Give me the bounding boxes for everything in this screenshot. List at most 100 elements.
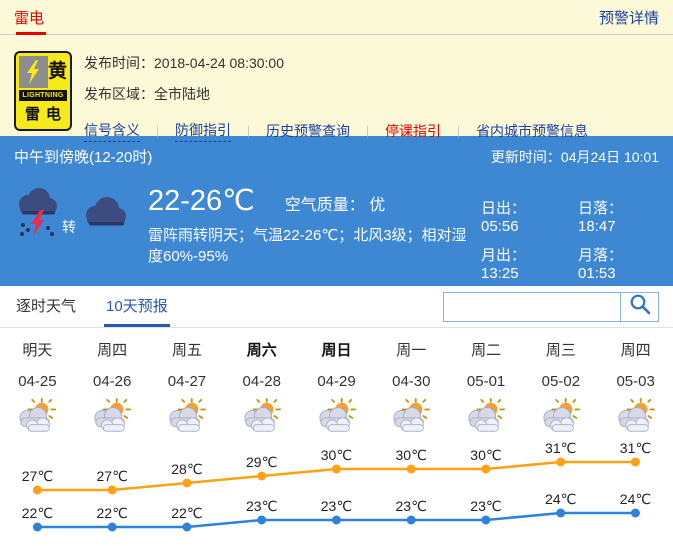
high-temp-point-6 [407, 465, 416, 474]
publish-time-label: 发布时间： [84, 55, 154, 71]
warning-link-2[interactable]: 防御指引 [175, 120, 231, 142]
date-label-2: 04-26 [75, 373, 150, 391]
forecast-tabbar: 逐时天气 10天预报 [0, 286, 673, 328]
warning-link-1[interactable]: 信号含义 [84, 120, 140, 142]
date-labels-row: 04-2504-2604-2704-2804-2904-3005-0105-02… [0, 373, 673, 391]
day-label-4: 周六 [224, 342, 299, 360]
thunderstorm-icon [14, 183, 60, 242]
warning-link-3[interactable]: 历史预警查询 [266, 121, 350, 141]
low-temp-label-9: 24℃ [620, 491, 651, 507]
high-temp-label-2: 27℃ [97, 468, 128, 484]
update-time: 更新时间：04月24日 10:01 [491, 147, 659, 167]
sun-moon-grid: 日出：05:56 日落：18:47 月出：13:25 月落：01:53 [481, 197, 659, 282]
warning-detail-link[interactable]: 预警详情 [599, 7, 659, 28]
forecast-tabs: 逐时天气 10天预报 [14, 286, 196, 327]
air-quality: 空气质量： 优 [285, 191, 385, 215]
link-separator: ｜ [242, 122, 255, 141]
sun-moon-label: 月出： [481, 247, 526, 264]
partly-cloudy-icon [449, 398, 524, 436]
sun-moon-item-2: 日落：18:47 [578, 197, 659, 235]
high-temp-point-5 [332, 465, 341, 474]
search-input[interactable] [444, 293, 620, 321]
sun-moon-item-4: 月落：01:53 [578, 244, 659, 282]
temperature-chart: 27℃27℃28℃29℃30℃30℃30℃31℃31℃22℃22℃22℃23℃2… [0, 436, 673, 546]
partly-cloudy-icon [299, 398, 374, 436]
forecast-icons-row [0, 398, 673, 436]
sun-moon-value: 01:53 [578, 265, 616, 282]
tab-ten-day-forecast[interactable]: 10天预报 [104, 284, 170, 327]
lightning-bolt-icon [19, 56, 48, 88]
date-label-4: 04-28 [224, 373, 299, 391]
high-temp-point-2 [108, 486, 117, 495]
low-temp-label-1: 22℃ [22, 505, 53, 521]
low-temp-point-7 [481, 516, 490, 525]
low-temp-label-5: 23℃ [321, 498, 352, 514]
badge-top: 黄 [19, 56, 67, 90]
badge-band-label: LIGHTNING [19, 90, 67, 101]
low-temp-label-2: 22℃ [97, 505, 128, 521]
link-separator: ｜ [151, 122, 164, 141]
day-labels-row: 明天周四周五周六周日周一周二周三周四 [0, 342, 673, 360]
low-temp-label-3: 22℃ [171, 505, 202, 521]
warning-link-4[interactable]: 停课指引 [385, 121, 441, 141]
low-temp-point-3 [182, 523, 191, 532]
publish-time-value: 2018-04-24 08:30:00 [154, 55, 284, 71]
partly-cloudy-icon [0, 398, 75, 436]
warning-links: 信号含义｜防御指引｜历史预警查询｜停课指引｜省内城市预警信息 [84, 120, 659, 142]
low-temp-label-8: 24℃ [545, 491, 576, 507]
weather-description: 雷阵雨转阴天；气温22-26℃；北风3级；相对湿度60%-95% [148, 225, 481, 267]
high-temp-point-7 [481, 465, 490, 474]
partly-cloudy-icon [150, 398, 225, 436]
link-separator: ｜ [452, 122, 465, 141]
low-temp-point-9 [631, 509, 640, 518]
lightning-warning-badge: 黄 LIGHTNING 雷电 [14, 51, 72, 131]
warning-body: 黄 LIGHTNING 雷电 发布时间：2018-04-24 08:30:00 … [0, 35, 673, 142]
current-weather-icons: 转 [14, 183, 148, 282]
high-temp-point-4 [257, 472, 266, 481]
sun-moon-value: 18:47 [578, 218, 616, 235]
day-label-7: 周二 [449, 342, 524, 360]
day-label-9: 周四 [598, 342, 673, 360]
low-temp-point-8 [556, 509, 565, 518]
sun-moon-label: 日落： [578, 200, 623, 217]
low-temp-point-4 [257, 516, 266, 525]
current-top-row: 中午到傍晚(12-20时) 更新时间：04月24日 10:01 [14, 146, 659, 167]
sun-moon-label: 月落： [578, 247, 623, 264]
day-label-6: 周一 [374, 342, 449, 360]
cloud-icon [80, 193, 130, 238]
search-button[interactable] [620, 293, 658, 321]
date-label-5: 04-29 [299, 373, 374, 391]
date-label-7: 05-01 [449, 373, 524, 391]
current-summary: 22-26℃ 空气质量： 优 雷阵雨转阴天；气温22-26℃；北风3级；相对湿度… [148, 183, 481, 282]
sun-moon-item-1: 日出：05:56 [481, 197, 562, 235]
warning-tabbar: 雷电 预警详情 [0, 0, 673, 35]
temp-row: 22-26℃ 空气质量： 优 [148, 183, 481, 218]
sun-moon-item-3: 月出：13:25 [481, 244, 562, 282]
temperature-range: 22-26℃ [148, 183, 255, 218]
low-temp-label-7: 23℃ [470, 498, 501, 514]
date-label-9: 05-03 [598, 373, 673, 391]
low-temp-label-6: 23℃ [396, 498, 427, 514]
publish-area-value: 全市陆地 [154, 86, 210, 102]
day-label-1: 明天 [0, 342, 75, 360]
low-temp-point-1 [33, 523, 42, 532]
date-label-3: 04-27 [150, 373, 225, 391]
sun-moon-label: 日出： [481, 200, 526, 217]
partly-cloudy-icon [75, 398, 150, 436]
air-quality-label: 空气质量： [285, 197, 365, 214]
warning-link-5[interactable]: 省内城市预警信息 [476, 121, 588, 141]
high-temp-label-1: 27℃ [22, 468, 53, 484]
tab-lightning-alert[interactable]: 雷电 [14, 7, 44, 28]
transition-label: 转 [62, 217, 76, 237]
high-temp-label-9: 31℃ [620, 440, 651, 456]
high-temp-point-1 [33, 486, 42, 495]
partly-cloudy-icon [523, 398, 598, 436]
tab-hourly-weather[interactable]: 逐时天气 [14, 284, 78, 327]
warning-info: 发布时间：2018-04-24 08:30:00 发布区域：全市陆地 信号含义｜… [84, 51, 659, 142]
day-label-8: 周三 [523, 342, 598, 360]
day-label-2: 周四 [75, 342, 150, 360]
low-temp-point-2 [108, 523, 117, 532]
forecast-section: 逐时天气 10天预报 明天周四周五周六周日周一周二周三周四 04-2504-260… [0, 286, 673, 546]
low-temp-point-5 [332, 516, 341, 525]
high-temp-point-9 [631, 458, 640, 467]
